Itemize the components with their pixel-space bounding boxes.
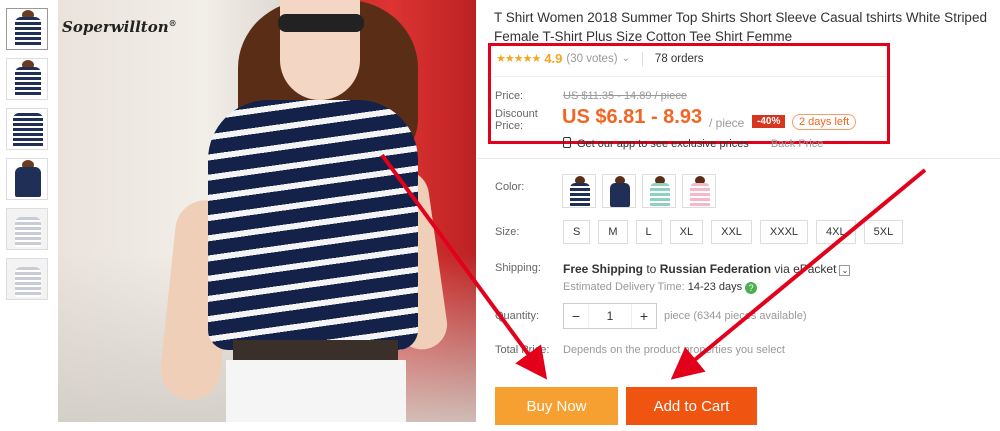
total-price-label: Total Price: [495,344,550,356]
price-label: Price: [495,90,524,102]
color-option-4[interactable] [682,174,716,208]
product-title: T Shirt Women 2018 Summer Top Shirts Sho… [494,10,987,44]
size-option-4xl[interactable]: 4XL [816,220,856,244]
thumbnail-1[interactable] [6,8,48,50]
stock-available: piece (6344 pieces available) [664,310,807,322]
original-price: US $11.35 - 14.89 / piece [563,90,687,102]
divider [478,158,1000,159]
add-to-cart-button[interactable]: Add to Cart [626,387,757,425]
time-left-badge: 2 days left [792,114,857,130]
rating-score: 4.9 [544,51,563,66]
size-option-xxl[interactable]: XXL [711,220,752,244]
buy-now-button[interactable]: Buy Now [495,387,618,425]
size-options: S M L XL XXL XXXL 4XL 5XL [563,220,904,244]
discount-price-label: Discount Price: [495,108,538,132]
phone-icon [563,137,571,148]
star-rating-icon: ★★★★★ [496,53,541,65]
divider [641,51,643,66]
color-option-2[interactable] [602,174,636,208]
increment-button[interactable]: + [632,304,656,328]
help-icon[interactable]: ? [745,282,758,294]
color-option-1[interactable] [562,174,596,208]
divider [494,76,886,77]
thumbnail-2[interactable] [6,58,48,100]
size-option-s[interactable]: S [563,220,591,244]
shipping-label: Shipping: [495,262,541,274]
size-option-l[interactable]: L [635,220,662,244]
size-option-m[interactable]: M [598,220,628,244]
rating-votes[interactable]: (30 votes) [566,53,617,65]
thumbnail-strip [6,8,50,308]
quantity-input[interactable]: 1 [588,304,632,328]
discount-badge: -40% [752,115,786,128]
total-price-text: Depends on the product properties you se… [563,344,785,356]
price-unit: / piece [709,116,745,130]
thumbnail-3[interactable] [6,108,48,150]
quantity-label: Quantity: [495,310,540,322]
thumbnail-5[interactable] [6,208,48,250]
shipping-info[interactable]: Free Shipping to Russian Federation via … [563,262,851,276]
brand-logo: Soperwillton® [62,18,177,36]
main-product-image[interactable]: Soperwillton® [58,0,476,422]
chevron-down-icon[interactable]: ⌄ [839,265,851,276]
rating-row: ★★★★★ 4.9 (30 votes) ⌄ 78 orders [496,51,704,66]
color-label: Color: [495,181,525,193]
app-promo[interactable]: Get our app to see exclusive prices Back … [563,137,823,150]
delivery-estimate: Estimated Delivery Time: 14-23 days? [563,281,758,294]
chevron-down-icon[interactable]: ⌄ [622,53,630,64]
color-options [562,174,716,208]
size-option-xxxl[interactable]: XXXL [759,220,809,244]
discount-price: US $6.81 - 8.93 [562,106,703,128]
thumbnail-6[interactable] [6,258,48,300]
size-label: Size: [495,226,520,238]
quantity-stepper: − 1 + [563,303,657,329]
size-option-5xl[interactable]: 5XL [863,220,904,244]
decrement-button[interactable]: − [564,304,588,328]
thumbnail-4[interactable] [6,158,48,200]
size-option-xl[interactable]: XL [669,220,704,244]
orders-count: 78 orders [654,52,704,65]
color-option-3[interactable] [642,174,676,208]
